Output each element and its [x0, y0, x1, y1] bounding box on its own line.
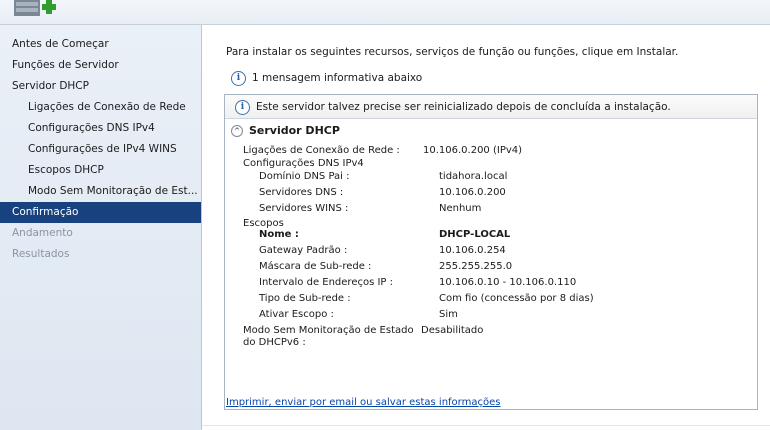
ip-range-value: 10.106.0.10 - 10.106.0.110: [439, 277, 577, 288]
stateless-mode-label-2: do DHCPv6 :: [243, 337, 306, 348]
intro-text: Para instalar os seguintes recursos, ser…: [226, 46, 679, 58]
network-bindings-value: 10.106.0.200 (IPv4): [423, 145, 523, 156]
section-title: Servidor DHCP: [249, 124, 340, 137]
subnet-mask-value: 255.255.255.0: [439, 261, 513, 272]
scope-name-value: DHCP-LOCAL: [439, 229, 511, 240]
print-email-save-link[interactable]: Imprimir, enviar por email ou salvar est…: [226, 397, 500, 408]
gateway-label: Gateway Padrão :: [259, 245, 348, 256]
sidebar-item: Andamento: [12, 227, 73, 239]
sidebar-item[interactable]: Configurações de IPv4 WINS: [0, 139, 201, 160]
sidebar-item: Resultados: [12, 248, 70, 260]
subnet-type-value: Com fio (concessão por 8 dias): [439, 293, 594, 304]
stateless-mode-label-1: Modo Sem Monitoração de Estado: [243, 325, 414, 336]
details-panel[interactable]: i Este servidor talvez precise ser reinic…: [224, 94, 758, 410]
info-icon: i: [231, 70, 246, 86]
restart-warning-text: Este servidor talvez precise ser reinici…: [256, 101, 671, 113]
scope-name-label: Nome :: [259, 229, 299, 240]
dns-group-text: Configurações DNS IPv4: [243, 158, 364, 169]
sidebar-item[interactable]: Escopos DHCP: [0, 160, 201, 181]
wizard-header: [0, 0, 770, 25]
wins-servers-value: Nenhum: [439, 203, 482, 214]
sidebar-item[interactable]: Configurações DNS IPv4: [0, 118, 201, 139]
bottom-divider: [202, 425, 770, 426]
info-message: 1 mensagem informativa abaixo: [252, 72, 423, 84]
activate-scope-value: Sim: [439, 309, 458, 320]
server-role-icon: [14, 0, 56, 16]
wizard-navigation: Antes de Começar Funções de Servidor Servi…: [0, 25, 202, 430]
restart-warning: i Este servidor talvez precise ser reinic…: [225, 95, 757, 119]
dns-servers-value: 10.106.0.200: [439, 187, 506, 198]
activate-scope-label: Ativar Escopo :: [259, 309, 334, 320]
subnet-type-label: Tipo de Sub-rede :: [259, 293, 351, 304]
network-bindings-label: Ligações de Conexão de Rede :: [243, 145, 400, 156]
main-content: Para instalar os seguintes recursos, ser…: [202, 25, 770, 430]
wins-servers-label: Servidores WINS :: [259, 203, 349, 214]
stateless-mode-value: Desabilitado: [421, 325, 484, 336]
collapse-icon[interactable]: ^: [231, 125, 243, 137]
sidebar-item[interactable]: Modo Sem Monitoração de Est...: [0, 181, 201, 202]
parent-domain-value: tidahora.local: [439, 171, 508, 182]
sidebar-item[interactable]: Antes de Começar: [0, 34, 201, 55]
sidebar-item[interactable]: Funções de Servidor: [0, 55, 201, 76]
parent-domain-label: Domínio DNS Pai :: [259, 171, 350, 182]
section-dhcp-server[interactable]: ^ Servidor DHCP: [231, 123, 340, 139]
sidebar-item[interactable]: Ligações de Conexão de Rede: [0, 97, 201, 118]
sidebar-item[interactable]: Servidor DHCP: [0, 76, 201, 97]
info-summary: i 1 mensagem informativa abaixo: [231, 69, 422, 87]
dns-servers-label: Servidores DNS :: [259, 187, 344, 198]
sidebar-item[interactable]: Confirmação: [0, 202, 201, 223]
ip-range-label: Intervalo de Endereços IP :: [259, 277, 394, 288]
gateway-value: 10.106.0.254: [439, 245, 506, 256]
info-icon: i: [235, 99, 250, 115]
subnet-mask-label: Máscara de Sub-rede :: [259, 261, 372, 272]
